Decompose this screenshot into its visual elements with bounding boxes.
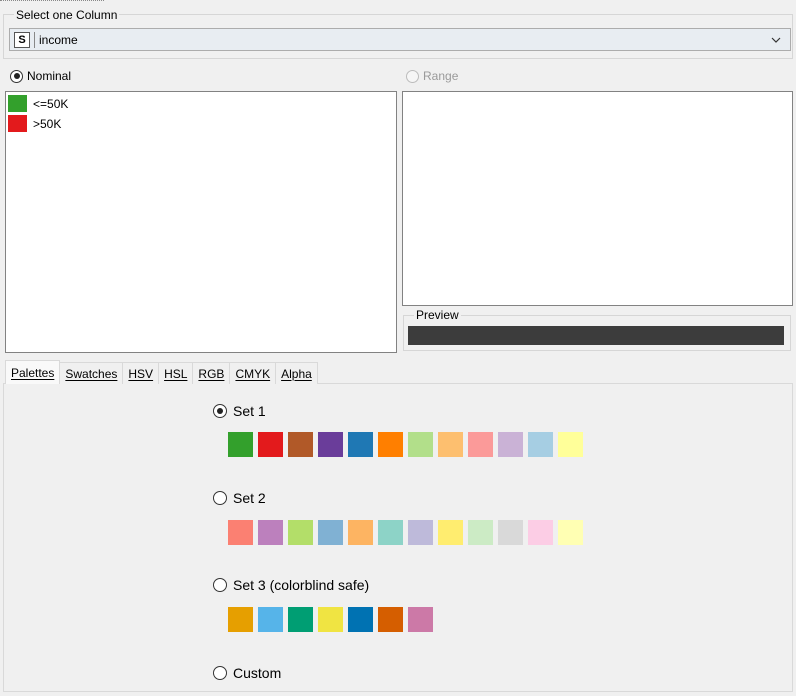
set3-swatch-row: [228, 607, 433, 632]
tab-alpha[interactable]: Alpha: [275, 362, 318, 384]
palette-color-swatch: [558, 432, 583, 457]
range-radio-button: [406, 69, 419, 83]
palette-color-swatch: [468, 520, 493, 545]
palette-color-swatch: [408, 432, 433, 457]
string-type-icon: S: [14, 31, 30, 48]
palette-color-swatch: [228, 432, 253, 457]
palette-color-swatch: [378, 520, 403, 545]
palette-color-swatch: [228, 520, 253, 545]
set2-swatch-row: [228, 520, 583, 545]
palette-color-swatch: [348, 607, 373, 632]
range-panel: [402, 91, 793, 306]
range-radio-option: Range: [406, 69, 458, 83]
palette-color-swatch: [258, 520, 283, 545]
palette-color-swatch: [288, 432, 313, 457]
palette-color-swatch: [348, 520, 373, 545]
set2-radio-option[interactable]: Set 2: [213, 490, 266, 506]
list-item[interactable]: >50K: [6, 114, 396, 133]
preview-color-bar: [408, 326, 784, 345]
nominal-color-swatch: [8, 115, 27, 132]
preview-title: Preview: [414, 308, 461, 322]
custom-radio-option[interactable]: Custom: [213, 665, 281, 681]
palette-color-swatch: [558, 520, 583, 545]
palette-color-swatch: [288, 520, 313, 545]
set3-radio-button[interactable]: [213, 578, 227, 592]
nominal-radio-button[interactable]: [10, 69, 23, 83]
nominal-label: Nominal: [27, 69, 72, 83]
palette-color-swatch: [438, 432, 463, 457]
column-select-title: Select one Column: [14, 8, 120, 22]
set1-radio-option[interactable]: Set 1: [213, 403, 266, 419]
palette-color-swatch: [408, 520, 433, 545]
palette-color-swatch: [408, 607, 433, 632]
set2-label: Set 2: [233, 490, 266, 506]
tab-cmyk[interactable]: CMYK: [229, 362, 277, 384]
palette-color-swatch: [288, 607, 313, 632]
palette-color-swatch: [498, 432, 523, 457]
palette-color-swatch: [228, 607, 253, 632]
set1-swatch-row: [228, 432, 583, 457]
palette-color-swatch: [438, 520, 463, 545]
tab-palettes[interactable]: Palettes: [5, 360, 61, 384]
custom-label: Custom: [233, 665, 282, 681]
set3-label: Set 3 (colorblind safe): [233, 577, 370, 593]
custom-radio-button[interactable]: [213, 666, 227, 680]
nominal-radio-option[interactable]: Nominal: [10, 69, 71, 83]
nominal-item-label: >50K: [33, 116, 62, 131]
palette-color-swatch: [348, 432, 373, 457]
combo-separator: [34, 31, 35, 48]
tab-hsl[interactable]: HSL: [158, 362, 194, 384]
column-select-dropdown[interactable]: S income: [9, 28, 791, 51]
palette-color-swatch: [318, 607, 343, 632]
nominal-item-label: <=50K: [33, 96, 69, 111]
palette-color-swatch: [258, 432, 283, 457]
nominal-value-list[interactable]: <=50K >50K: [5, 91, 397, 353]
tab-swatches[interactable]: Swatches: [59, 362, 124, 384]
tab-rgb[interactable]: RGB: [192, 362, 231, 384]
chevron-down-icon[interactable]: [768, 33, 784, 47]
list-item[interactable]: <=50K: [6, 94, 396, 113]
palette-color-swatch: [528, 520, 553, 545]
color-tabs: Palettes Swatches HSV HSL RGB CMYK Alpha: [5, 360, 318, 384]
palette-color-swatch: [318, 520, 343, 545]
nominal-color-swatch: [8, 95, 27, 112]
palette-color-swatch: [258, 607, 283, 632]
palette-color-swatch: [378, 432, 403, 457]
tab-hsv[interactable]: HSV: [122, 362, 160, 384]
palette-color-swatch: [528, 432, 553, 457]
set3-radio-option[interactable]: Set 3 (colorblind safe): [213, 577, 369, 593]
set1-radio-button[interactable]: [213, 404, 227, 418]
range-label: Range: [423, 69, 459, 83]
column-select-value: income: [39, 32, 78, 47]
palette-color-swatch: [498, 520, 523, 545]
palette-color-swatch: [468, 432, 493, 457]
palette-color-swatch: [318, 432, 343, 457]
palette-color-swatch: [378, 607, 403, 632]
window-top-border: [0, 0, 104, 1]
set2-radio-button[interactable]: [213, 491, 227, 505]
set1-label: Set 1: [233, 403, 266, 419]
